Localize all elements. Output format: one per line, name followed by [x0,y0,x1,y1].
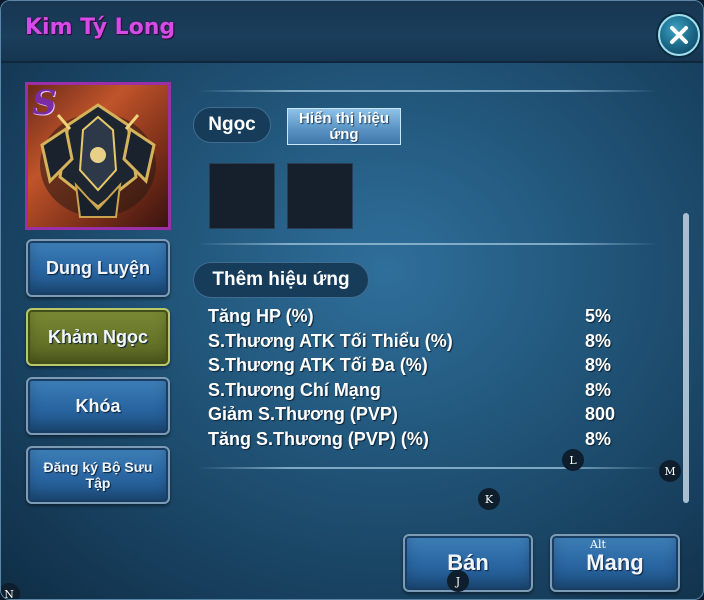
stat-value: 8% [585,330,612,351]
item-detail-window: Kim Tý Long S Dung Luyện Khảm Ngọc Khóa … [0,0,704,600]
bottom-divider [197,467,657,469]
gem-slot-1[interactable] [209,163,275,229]
close-button[interactable] [658,14,700,56]
key-hint-m: M [659,460,681,482]
equip-button[interactable]: Mang [550,534,680,592]
stat-value: 8% [585,428,612,449]
stat-row: S.Thương ATK Tối Thiểu (%) 8% [208,331,628,356]
refine-button[interactable]: Dung Luyện [26,239,170,297]
key-hint-k: K [478,488,500,510]
key-hint-alt: Alt [590,537,606,551]
stat-value: 800 [585,404,616,424]
socket-gem-button[interactable]: Khảm Ngọc [26,308,170,366]
stat-name: S.Thương ATK Tối Đa (%) [208,355,428,375]
stat-row: Giảm S.Thương (PVP) 800 [208,404,628,429]
window-title: Kim Tý Long [25,15,176,40]
key-hint-n: N [1,583,20,599]
scrollbar[interactable] [683,213,689,503]
stat-name: S.Thương ATK Tối Thiểu (%) [208,330,453,351]
stat-name: Giảm S.Thương (PVP) [208,404,398,424]
lock-button[interactable]: Khóa [26,377,170,435]
window-header: Kim Tý Long [1,1,703,63]
key-hint-j: J [447,570,469,592]
top-divider [197,90,657,92]
gem-section-label: Ngọc [193,107,271,143]
show-effect-button[interactable]: Hiển thị hiệu ứng [287,108,401,145]
stat-value: 5% [585,306,612,326]
stat-name: Tăng HP (%) [208,306,314,326]
key-hint-l: L [562,449,584,471]
stat-row: S.Thương ATK Tối Đa (%) 8% [208,355,628,380]
gem-slot-2[interactable] [287,163,353,229]
stat-value: 8% [585,355,612,375]
stat-row: S.Thương Chí Mạng 8% [208,380,628,405]
effects-section-label: Thêm hiệu ứng [193,262,369,298]
stat-name: Tăng S.Thương (PVP) (%) [208,428,429,449]
effects-stat-list: Tăng HP (%) 5% S.Thương ATK Tối Thiểu (%… [208,306,628,453]
middle-divider [197,243,657,245]
item-portrait: S [25,82,171,230]
stat-value: 8% [585,379,612,400]
stat-name: S.Thương Chí Mạng [208,379,381,400]
close-x-icon [670,26,688,44]
register-collection-button[interactable]: Đăng ký Bộ Sưu Tập [26,446,170,504]
stat-row: Tăng HP (%) 5% [208,306,628,331]
stat-row: Tăng S.Thương (PVP) (%) 8% [208,429,628,454]
rank-badge: S [32,83,57,123]
